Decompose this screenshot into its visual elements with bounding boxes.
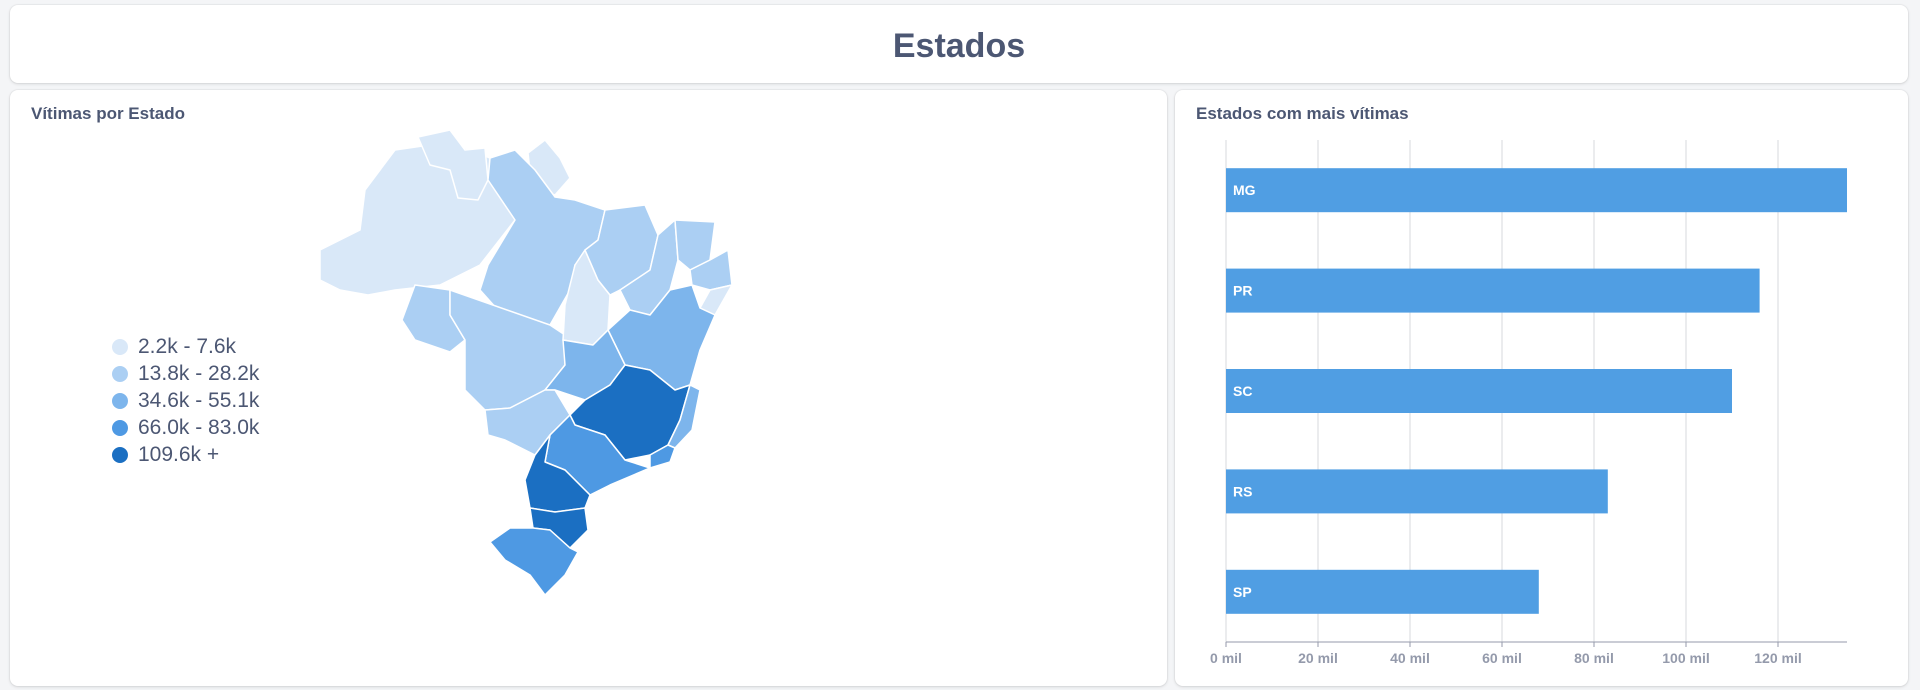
bar-chart: MG PR SC RS SP 0 mil 20 mil 40 mil 60 mil 80 mil… <box>1210 140 1847 666</box>
bar-sc[interactable] <box>1226 369 1732 413</box>
bar-rs[interactable] <box>1226 469 1608 514</box>
bar-category-label: SC <box>1233 383 1252 399</box>
bars: MG PR SC RS SP <box>1226 168 1847 614</box>
bar-card: Estados com mais vítimas MG PR SC RS SP 0 mi… <box>1175 90 1908 686</box>
header-card: Estados <box>10 5 1908 83</box>
bar-mg[interactable] <box>1226 168 1847 213</box>
brazil-map[interactable] <box>10 90 1167 686</box>
x-axis: 0 mil 20 mil 40 mil 60 mil 80 mil 100 mil 120 … <box>1210 641 1847 666</box>
x-tick-label: 100 mil <box>1662 650 1709 666</box>
x-tick-label: 40 mil <box>1390 650 1430 666</box>
x-tick-label: 0 mil <box>1210 650 1242 666</box>
x-tick-label: 120 mil <box>1754 650 1801 666</box>
x-tick-label: 80 mil <box>1574 650 1614 666</box>
x-tick-label: 60 mil <box>1482 650 1522 666</box>
bar-category-label: SP <box>1233 584 1252 600</box>
page-title: Estados <box>892 27 1026 65</box>
bar-sp[interactable] <box>1226 569 1539 614</box>
bar-category-label: MG <box>1233 182 1256 198</box>
bar-category-label: RS <box>1233 483 1252 499</box>
bar-category-label: PR <box>1233 283 1252 299</box>
map-card: Vítimas por Estado 2.2k - 7.6k 13.8k - 2… <box>10 90 1167 686</box>
bar-pr[interactable] <box>1226 268 1760 313</box>
x-tick-label: 20 mil <box>1298 650 1338 666</box>
